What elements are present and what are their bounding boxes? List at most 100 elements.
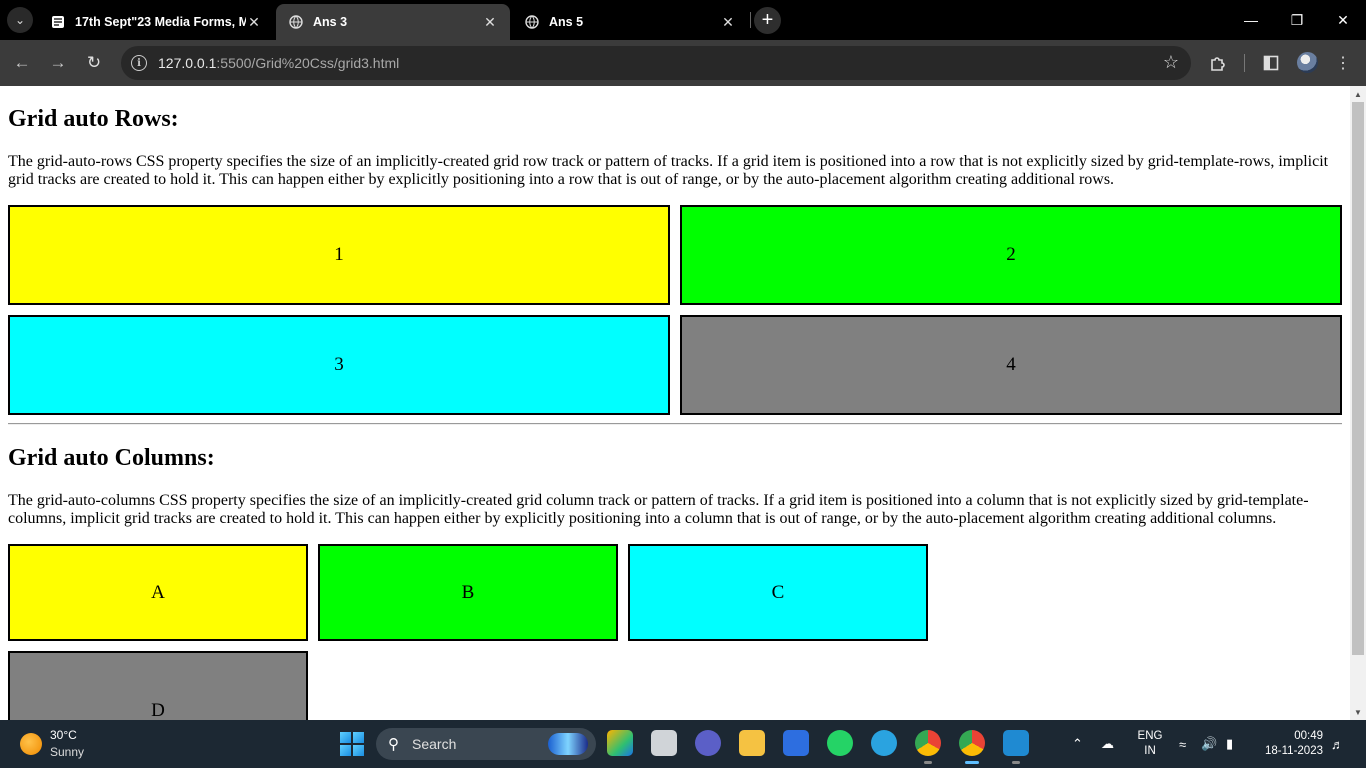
weather-description[interactable]: Sunny <box>50 745 84 759</box>
tab-separator <box>750 12 751 28</box>
new-tab-button[interactable]: + <box>754 7 781 34</box>
grid-item-label: 4 <box>1006 354 1016 375</box>
windows-taskbar: 30°C Sunny ⚲ Search ⌃ ☁ ENG IN ≈ 🔊 ▮ 00:… <box>0 720 1366 768</box>
document-favicon-icon <box>50 14 66 30</box>
grid-item-label: B <box>461 581 475 603</box>
url-path: :5500/Grid%20Css/grid3.html <box>216 55 400 71</box>
battery-icon[interactable]: ▮ <box>1226 720 1233 768</box>
restore-button[interactable]: ❐ <box>1274 0 1320 40</box>
page-viewport: Grid auto Rows: The grid-auto-rows CSS p… <box>0 86 1350 720</box>
info-icon[interactable]: i <box>131 55 147 71</box>
sun-weather-icon[interactable] <box>20 733 42 755</box>
arrow-left-icon: ← <box>13 53 31 72</box>
grid-item-d: D <box>8 651 308 720</box>
teams-chat-icon[interactable] <box>695 730 721 756</box>
url-host: 127.0.0.1 <box>158 55 217 71</box>
bookmark-star-icon[interactable]: ☆ <box>1163 52 1179 73</box>
chrome-icon[interactable] <box>915 730 941 764</box>
reload-icon: ↻ <box>86 53 102 72</box>
chrome-profile-icon[interactable] <box>959 730 985 764</box>
back-button[interactable]: ← <box>8 49 36 77</box>
language-code: ENG <box>1137 730 1163 742</box>
region-code: IN <box>1144 745 1156 757</box>
search-icon: ⚲ <box>388 736 399 753</box>
grid-auto-rows-container: 1 2 3 4 <box>8 205 1342 415</box>
copilot-icon[interactable] <box>607 730 633 756</box>
section-description: The grid-auto-rows CSS property specifie… <box>8 153 1329 188</box>
task-view-icon[interactable] <box>651 730 677 756</box>
section-heading-grid-auto-rows: Grid auto Rows: <box>8 106 179 132</box>
weather-temperature[interactable]: 30°C <box>50 728 77 742</box>
grid-item-label: C <box>771 581 785 603</box>
grid-item-2: 2 <box>680 205 1342 305</box>
grid-item-1: 1 <box>8 205 670 305</box>
search-highlight-icon <box>548 733 588 755</box>
search-placeholder: Search <box>412 736 457 752</box>
close-icon[interactable]: ✕ <box>482 14 498 30</box>
microsoft-store-icon[interactable] <box>783 730 809 756</box>
volume-icon[interactable]: 🔊 <box>1201 720 1217 768</box>
scrollbar-thumb[interactable] <box>1352 102 1364 655</box>
tab-media-forms[interactable]: 17th Sept"23 Media Forms, Me ✕ <box>38 4 274 40</box>
tab-ans-3[interactable]: Ans 3 ✕ <box>276 4 510 40</box>
section-heading-grid-auto-columns: Grid auto Columns: <box>8 445 215 471</box>
side-panel-icon[interactable] <box>1258 50 1284 76</box>
tab-ans-5[interactable]: Ans 5 ✕ <box>512 4 748 40</box>
telegram-icon[interactable] <box>871 730 897 756</box>
chevron-up-icon[interactable]: ⌃ <box>1072 720 1083 768</box>
page-content: Grid auto Rows: The grid-auto-rows CSS p… <box>0 86 1350 720</box>
close-icon[interactable]: ✕ <box>720 14 736 30</box>
chevron-down-icon: ⌄ <box>14 13 26 27</box>
plus-icon: + <box>761 9 774 31</box>
taskbar-search-box[interactable]: ⚲ Search <box>376 728 596 760</box>
tab-search-button[interactable]: ⌄ <box>7 7 33 33</box>
grid-item-label: A <box>151 581 165 603</box>
forward-button[interactable]: → <box>44 49 72 77</box>
grid-item-4: 4 <box>680 315 1342 415</box>
minimize-icon: — <box>1244 12 1258 28</box>
menu-kebab-icon[interactable]: ⋮ <box>1330 50 1356 76</box>
section-description: The grid-auto-columns CSS property speci… <box>8 492 1309 527</box>
close-icon: ✕ <box>1337 11 1349 28</box>
profile-avatar[interactable] <box>1297 52 1318 73</box>
grid-item-label: 2 <box>1006 244 1016 265</box>
grid-item-3: 3 <box>8 315 670 415</box>
minimize-button[interactable]: — <box>1228 0 1274 40</box>
tab-title: 17th Sept"23 Media Forms, Me <box>75 15 246 29</box>
grid-item-label: 1 <box>334 244 344 265</box>
tab-strip: ⌄ 17th Sept"23 Media Forms, Me ✕ Ans 3 ✕… <box>0 0 1366 40</box>
close-window-button[interactable]: ✕ <box>1320 0 1366 40</box>
windows-start-icon[interactable] <box>340 732 364 756</box>
whatsapp-icon[interactable] <box>827 730 853 756</box>
grid-item-c: C <box>628 544 928 641</box>
wifi-icon[interactable]: ≈ <box>1179 720 1186 768</box>
toolbar-separator <box>1244 54 1245 72</box>
tab-title: Ans 3 <box>313 15 348 29</box>
grid-item-label: 3 <box>334 354 344 375</box>
scroll-up-arrow-icon[interactable]: ▲ <box>1350 86 1366 102</box>
file-explorer-icon[interactable] <box>739 730 765 756</box>
grid-item-label: D <box>151 700 165 720</box>
restore-icon: ❐ <box>1290 11 1304 28</box>
notification-bell-icon[interactable]: ♬ <box>1331 720 1344 768</box>
globe-icon <box>288 14 304 30</box>
arrow-right-icon: → <box>49 53 67 72</box>
clock-date: 18-11-2023 <box>1265 745 1323 757</box>
vertical-scrollbar[interactable]: ▲ ▼ <box>1350 86 1366 720</box>
close-icon[interactable]: ✕ <box>246 14 262 30</box>
grid-item-a: A <box>8 544 308 641</box>
address-bar[interactable]: i 127.0.0.1:5500/Grid%20Css/grid3.html ☆ <box>121 46 1191 80</box>
grid-item-b: B <box>318 544 618 641</box>
grid-auto-columns-container: A B C D <box>8 544 1342 720</box>
url-text[interactable]: 127.0.0.1:5500/Grid%20Css/grid3.html <box>158 55 399 71</box>
scroll-down-arrow-icon[interactable]: ▼ <box>1350 704 1366 720</box>
language-indicator[interactable]: ENG IN <box>1135 729 1165 759</box>
vscode-icon[interactable] <box>1003 730 1029 764</box>
globe-icon <box>524 14 540 30</box>
section-divider <box>8 423 1342 425</box>
extensions-icon[interactable] <box>1205 50 1231 76</box>
onedrive-cloud-icon[interactable]: ☁ <box>1101 720 1114 768</box>
clock[interactable]: 00:49 18-11-2023 <box>1257 729 1323 759</box>
clock-time: 00:49 <box>1294 730 1323 742</box>
reload-button[interactable]: ↻ <box>80 49 108 77</box>
